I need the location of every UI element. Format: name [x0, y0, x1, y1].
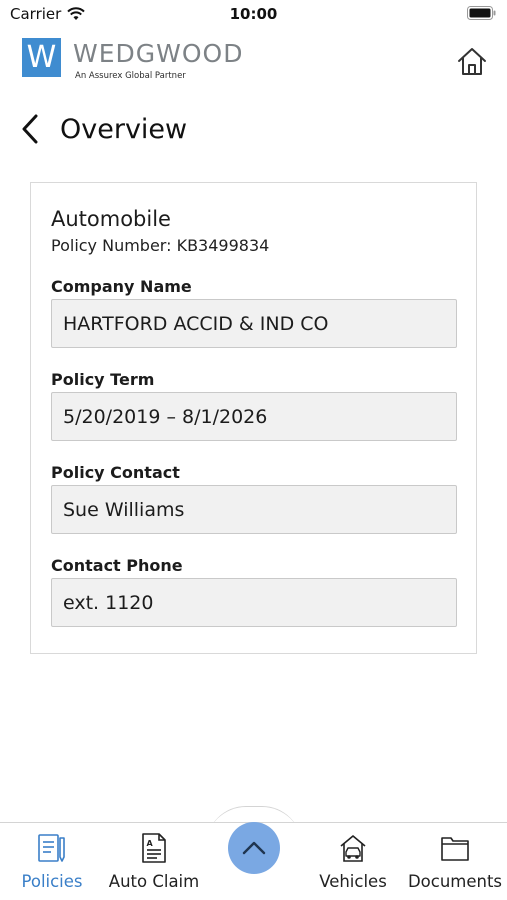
contact-phone-value: ext. 1120	[51, 578, 457, 627]
company-name-value: HARTFORD ACCID & IND CO	[51, 299, 457, 348]
policy-contact-label: Policy Contact	[51, 463, 180, 482]
page-header: Overview	[20, 108, 187, 150]
company-name-field: Company Name HARTFORD ACCID & IND CO	[51, 277, 457, 348]
home-button[interactable]	[455, 45, 489, 79]
status-bar: Carrier 10:00	[0, 0, 507, 28]
policy-term-value: 5/20/2019 – 8/1/2026	[51, 392, 457, 441]
battery-icon	[467, 6, 496, 20]
tab-documents-label: Documents	[407, 872, 503, 891]
back-button[interactable]	[20, 109, 48, 149]
policy-term-label: Policy Term	[51, 370, 155, 389]
clock: 10:00	[229, 5, 278, 23]
tab-documents[interactable]: Documents	[405, 831, 505, 891]
policy-card: Automobile Policy Number: KB3499834 Comp…	[30, 182, 477, 654]
wedgwood-logo: W WEDGWOOD An Assurex Global Partner	[22, 38, 243, 81]
expand-menu-button[interactable]	[228, 822, 280, 874]
tab-vehicles-label: Vehicles	[319, 872, 387, 891]
vehicles-icon	[336, 831, 370, 865]
tab-policies-label: Policies	[21, 872, 83, 891]
policy-contact-field: Policy Contact Sue Williams	[51, 463, 457, 534]
policy-number: Policy Number: KB3499834	[51, 236, 270, 255]
tab-policies[interactable]: Policies	[2, 831, 102, 891]
contact-phone-field: Contact Phone ext. 1120	[51, 556, 457, 627]
auto-claim-icon: A	[137, 831, 171, 865]
logo-mark: W	[22, 38, 61, 77]
chevron-left-icon	[22, 114, 38, 144]
tab-vehicles[interactable]: Vehicles	[303, 831, 403, 891]
home-icon	[458, 48, 486, 75]
policy-contact-value: Sue Williams	[51, 485, 457, 534]
logo-text: WEDGWOOD An Assurex Global Partner	[73, 38, 243, 81]
policies-icon	[35, 831, 69, 865]
policy-term-field: Policy Term 5/20/2019 – 8/1/2026	[51, 370, 457, 441]
logo-name: WEDGWOOD	[73, 39, 244, 68]
contact-phone-label: Contact Phone	[51, 556, 183, 575]
page-title: Overview	[60, 113, 188, 145]
tab-auto-claim-label: Auto Claim	[108, 872, 200, 891]
tab-auto-claim[interactable]: A Auto Claim	[104, 831, 204, 891]
policy-type: Automobile	[51, 207, 171, 231]
svg-text:A: A	[147, 839, 154, 848]
logo-tagline: An Assurex Global Partner	[75, 71, 186, 81]
chevron-up-icon	[242, 841, 266, 855]
documents-icon	[438, 831, 472, 865]
app-header: W WEDGWOOD An Assurex Global Partner	[0, 34, 507, 92]
company-name-label: Company Name	[51, 277, 192, 296]
